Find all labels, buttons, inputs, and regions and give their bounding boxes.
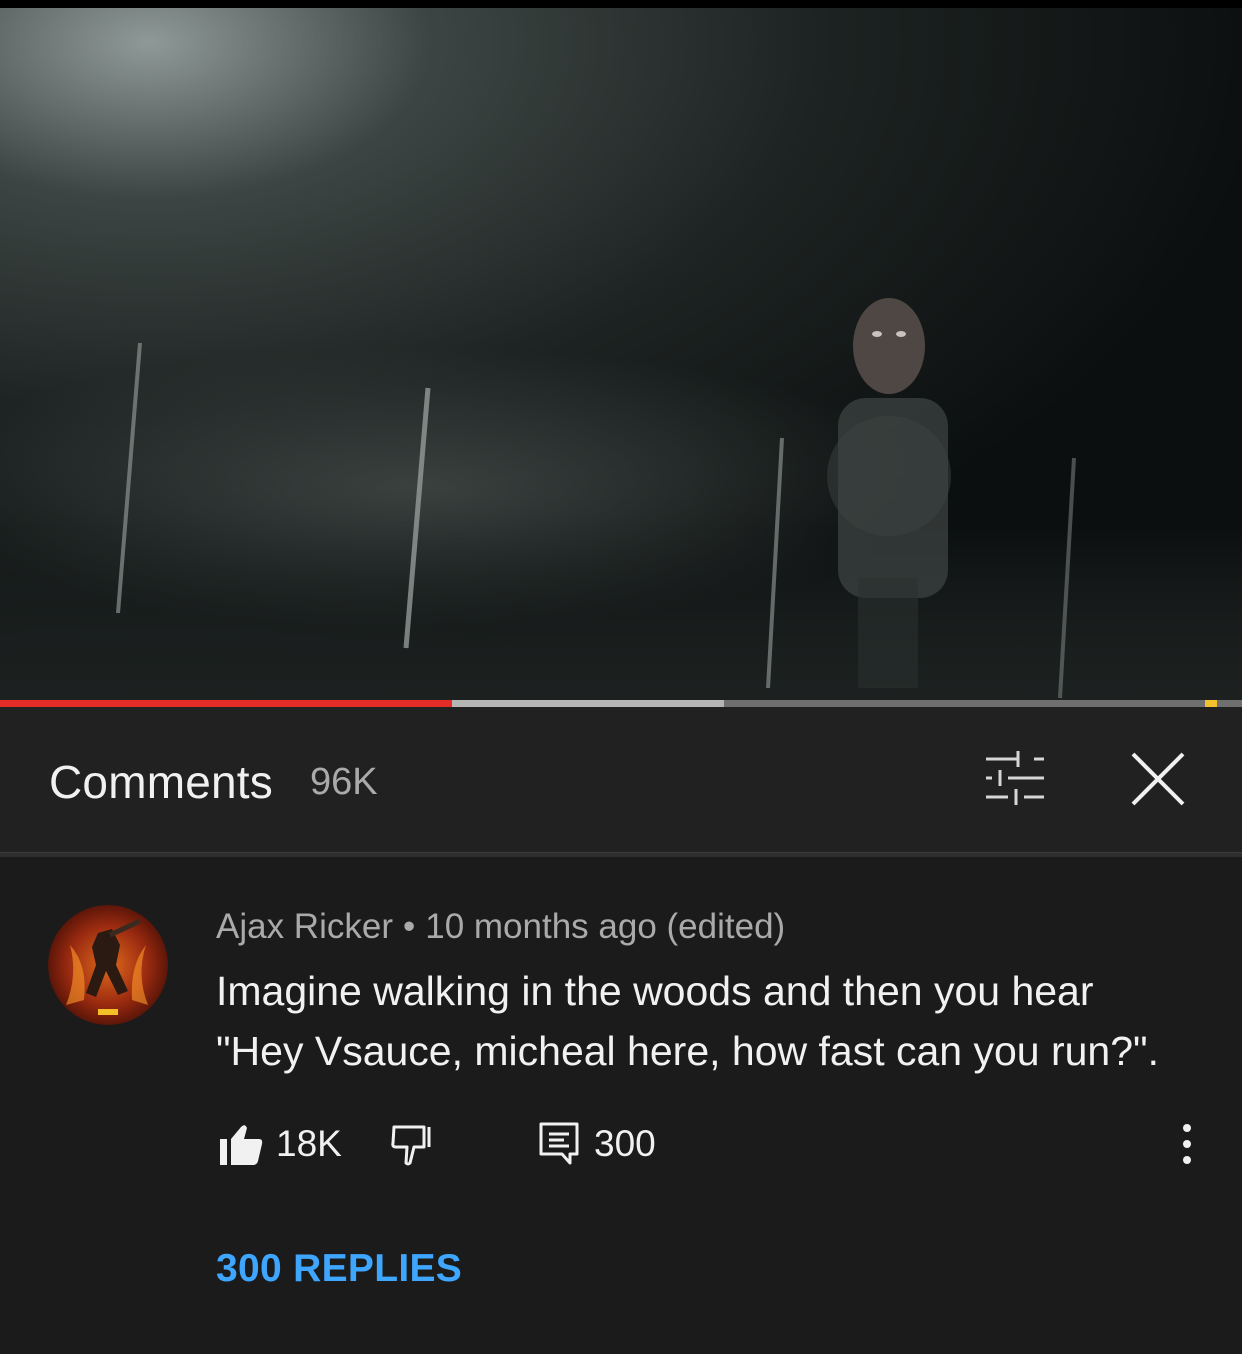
- comment-text-line: Imagine walking in the woods and then yo…: [216, 968, 1094, 1014]
- meta-separator: •: [402, 907, 416, 946]
- video-progress-bar[interactable]: [0, 700, 1242, 707]
- like-count: 18K: [276, 1123, 342, 1164]
- reply-count: 300: [594, 1123, 656, 1164]
- more-options-button[interactable]: [1166, 1119, 1208, 1169]
- comments-header: Comments 96K: [0, 707, 1242, 852]
- app-root: Comments 96K Ajax Ricker • 10 months ago…: [0, 0, 1242, 1354]
- comment-meta: Ajax Ricker • 10 months ago (edited): [216, 907, 785, 947]
- reply-icon: [539, 1122, 579, 1165]
- comment-thread: Ajax Ricker • 10 months ago (edited) Imagi…: [0, 857, 1242, 1354]
- video-player[interactable]: [0, 0, 1242, 706]
- played-bar[interactable]: [0, 700, 453, 707]
- comment-timestamp: 10 months ago (edited): [425, 907, 786, 946]
- comment-actions: 18K 300: [216, 1119, 1216, 1169]
- video-frame: [0, 8, 1242, 702]
- ad-marker: [1204, 700, 1217, 707]
- comment-author[interactable]: Ajax Ricker: [216, 907, 393, 946]
- avatar[interactable]: [48, 905, 168, 1025]
- thumbs-up-icon: [220, 1125, 263, 1165]
- comments-title: Comments: [49, 756, 273, 808]
- sliders-icon: [986, 751, 1044, 805]
- view-replies-link[interactable]: 300 REPLIES: [216, 1247, 462, 1291]
- sort-filter-button[interactable]: [978, 747, 1050, 809]
- doom-avatar-icon: [48, 905, 168, 1025]
- comments-count: 96K: [310, 761, 378, 803]
- like-button[interactable]: [216, 1119, 266, 1169]
- thumbs-down-icon: [391, 1125, 431, 1166]
- more-vert-icon: [1183, 1124, 1191, 1164]
- close-icon: [1131, 752, 1185, 806]
- dislike-button[interactable]: [388, 1119, 434, 1169]
- comment-text: Imagine walking in the woods and then yo…: [216, 961, 1206, 1081]
- video-top-strip: [0, 0, 1242, 8]
- reply-button[interactable]: [538, 1121, 580, 1167]
- close-button[interactable]: [1124, 745, 1192, 813]
- comment-text-line: "Hey Vsauce, micheal here, how fast can …: [216, 1028, 1159, 1074]
